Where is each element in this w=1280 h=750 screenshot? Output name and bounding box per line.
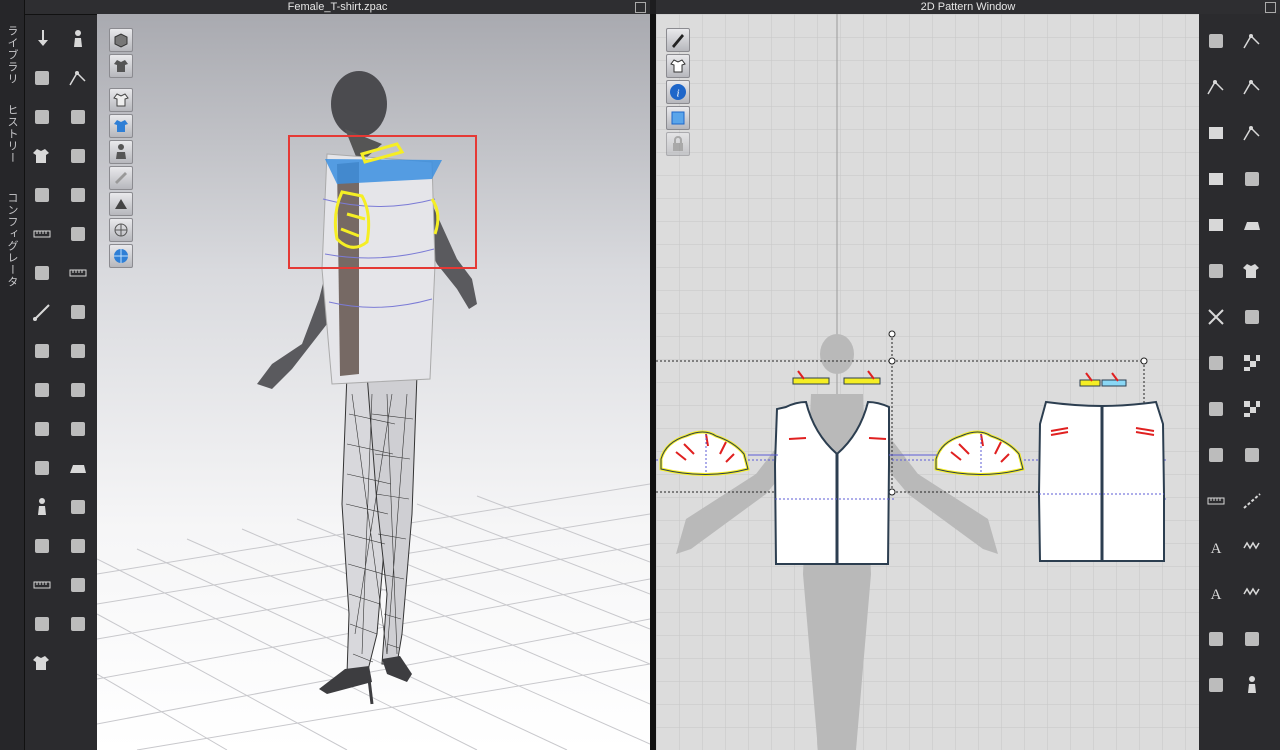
viewport-3d[interactable] — [97, 14, 650, 750]
internal-rect-icon[interactable] — [1203, 212, 1229, 238]
info-icon[interactable]: i — [666, 80, 690, 104]
select-move-icon[interactable] — [1203, 28, 1229, 54]
press-icon[interactable] — [65, 455, 91, 481]
walk-figure-icon[interactable] — [65, 26, 91, 52]
wave-stitch-icon[interactable] — [1239, 580, 1265, 606]
zigzag-icon[interactable] — [1239, 534, 1265, 560]
tab-history[interactable]: ヒストリー — [0, 104, 24, 164]
viewport-2d[interactable]: i — [656, 14, 1199, 750]
fold-arrangement-icon[interactable] — [29, 182, 55, 208]
needle-icon[interactable] — [29, 299, 55, 325]
ruler-icon[interactable] — [29, 572, 55, 598]
avatar-size-icon[interactable] — [29, 494, 55, 520]
shirt-highlight-icon[interactable] — [109, 114, 133, 138]
add-pattern-icon[interactable] — [1239, 626, 1265, 652]
transform-pattern-icon[interactable] — [65, 65, 91, 91]
svg-text:i: i — [676, 88, 679, 100]
rectangle-icon[interactable] — [1203, 166, 1229, 192]
text-a-icon[interactable]: A — [1203, 534, 1229, 560]
avatar-icon[interactable] — [109, 140, 133, 164]
ruler-icon[interactable] — [1203, 488, 1229, 514]
pocket-icon[interactable] — [29, 611, 55, 637]
trace-icon[interactable] — [1203, 258, 1229, 284]
notch-icon[interactable] — [1203, 396, 1229, 422]
side-tab-strip: ライブラリ ヒストリー コンフィグレータ — [0, 0, 25, 750]
fabric-surface-icon[interactable] — [109, 166, 133, 190]
tab-configurator[interactable]: コンフィグレータ — [0, 190, 24, 290]
window-title-2d: 2D Pattern Window — [656, 0, 1280, 15]
sewing-machine-icon[interactable] — [29, 260, 55, 286]
tshirt-icon[interactable] — [1239, 258, 1265, 284]
window-title-3d: Female_T-shirt.zpac — [25, 0, 650, 15]
lock-icon[interactable] — [65, 377, 91, 403]
barcode-icon[interactable] — [1203, 626, 1229, 652]
iron-icon[interactable] — [1239, 212, 1265, 238]
tshirt-icon[interactable] — [29, 143, 55, 169]
fabric-icon[interactable] — [1239, 304, 1265, 330]
cube-icon[interactable] — [109, 28, 133, 52]
layers-icon[interactable] — [666, 106, 690, 130]
arrange-icon[interactable] — [65, 611, 91, 637]
garment-3d — [321, 142, 442, 385]
add-point-icon[interactable] — [1239, 74, 1265, 100]
fold-icon[interactable] — [109, 192, 133, 216]
svg-text:A: A — [1211, 541, 1222, 557]
text-a-large-icon[interactable]: A — [1203, 580, 1229, 606]
right-toolbar: AA — [1199, 14, 1280, 750]
maximize-icon[interactable] — [635, 2, 646, 13]
left-toolbar — [25, 14, 97, 750]
edit-pattern-icon[interactable] — [29, 104, 55, 130]
avatar-pin-icon[interactable] — [1239, 672, 1265, 698]
tape-icon[interactable] — [65, 182, 91, 208]
solid-sheet-icon[interactable] — [65, 494, 91, 520]
fold-icon[interactable] — [65, 143, 91, 169]
back-body-pattern — [1037, 400, 1165, 562]
camera-icon[interactable] — [29, 338, 55, 364]
fold-arrangement-icon[interactable] — [1203, 672, 1229, 698]
pen-icon[interactable] — [666, 28, 690, 52]
curve-point-icon[interactable] — [1239, 120, 1265, 146]
topstitch-line-icon[interactable] — [1239, 442, 1265, 468]
topstitch-icon[interactable] — [65, 533, 91, 559]
mesh-icon[interactable] — [109, 218, 133, 242]
dashed-line-icon[interactable] — [1239, 488, 1265, 514]
button-icon[interactable] — [65, 299, 91, 325]
buttonhole-icon[interactable] — [65, 338, 91, 364]
shirt-layer-icon[interactable] — [29, 650, 55, 676]
zipper-icon[interactable] — [65, 416, 91, 442]
3d-scene[interactable] — [97, 14, 650, 750]
pin-hand-icon[interactable] — [29, 65, 55, 91]
shirt-icon[interactable] — [109, 54, 133, 78]
globe-icon[interactable] — [109, 244, 133, 268]
shirt-icon[interactable] — [666, 54, 690, 78]
checker-icon-2[interactable] — [1239, 396, 1265, 422]
tack-icon[interactable] — [65, 104, 91, 130]
internal-shape-icon[interactable] — [1239, 166, 1265, 192]
measure-icon[interactable] — [29, 221, 55, 247]
avatar-measure-icon[interactable] — [65, 260, 91, 286]
edit-point-icon[interactable] — [1203, 74, 1229, 100]
checker-icon[interactable] — [1239, 350, 1265, 376]
fold-pattern-icon[interactable] — [1203, 350, 1229, 376]
move-down-icon[interactable] — [29, 26, 55, 52]
select-mesh-icon[interactable] — [29, 377, 55, 403]
fold-line-icon[interactable] — [29, 533, 55, 559]
maximize-icon[interactable] — [1265, 2, 1276, 13]
gradient-icon[interactable] — [65, 572, 91, 598]
puckering-icon[interactable] — [29, 416, 55, 442]
lock-icon[interactable] — [666, 132, 690, 156]
window-title-2d-label: 2D Pattern Window — [920, 1, 1016, 13]
trim-icon[interactable] — [29, 455, 55, 481]
segment-sew-icon[interactable] — [1203, 442, 1229, 468]
polygon-icon[interactable] — [1203, 120, 1229, 146]
zip-icon[interactable] — [65, 221, 91, 247]
window-title-3d-label: Female_T-shirt.zpac — [287, 1, 388, 13]
svg-text:A: A — [1211, 587, 1222, 603]
shirt-texture-icon[interactable] — [109, 88, 133, 112]
tab-library[interactable]: ライブラリ — [0, 24, 24, 86]
cut-icon[interactable] — [1203, 304, 1229, 330]
transform-pattern-icon[interactable] — [1239, 28, 1265, 54]
2d-pattern-canvas[interactable] — [656, 14, 1199, 750]
